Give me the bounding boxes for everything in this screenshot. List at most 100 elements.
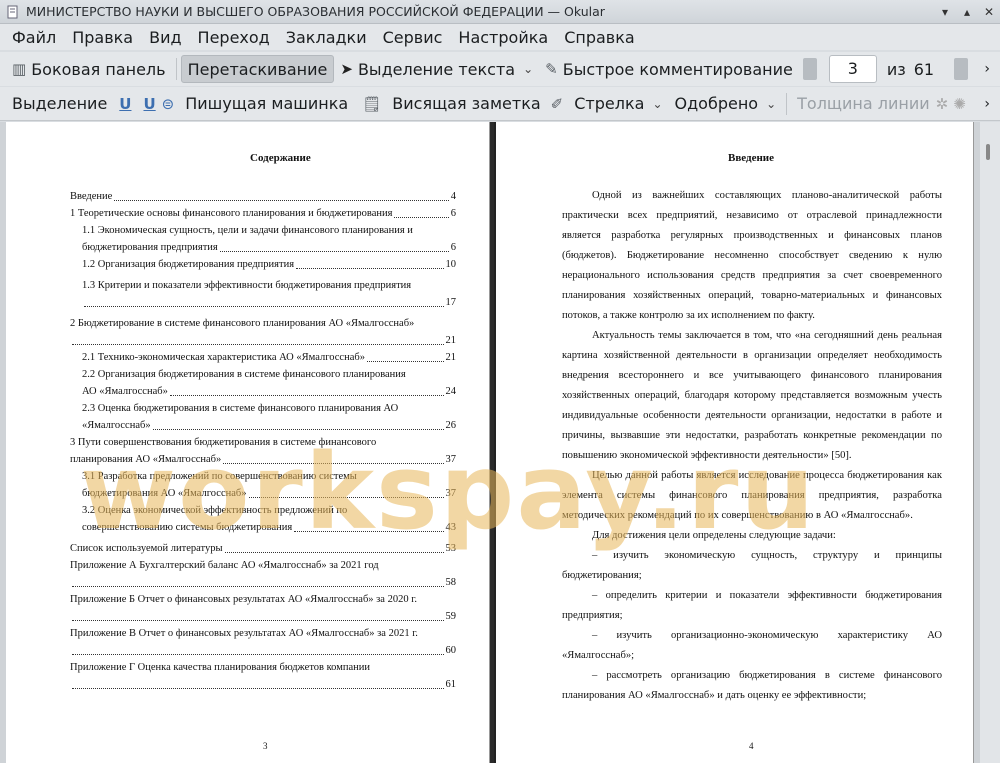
toc-entry-text: 1 Теоретические основы финансового плани… xyxy=(70,208,393,219)
stamp-label: Одобрено xyxy=(674,94,759,113)
quick-comment-button[interactable]: ✎ Быстрое комментирование xyxy=(539,55,799,83)
document-viewport[interactable]: Содержание Введение 4 1 Теоретические осно… xyxy=(0,122,1000,763)
color-icon[interactable]: ✲ xyxy=(936,95,949,113)
toolbar-separator xyxy=(175,58,177,80)
toc-dot-leader xyxy=(72,586,444,587)
toc-entry-text: 2.3 Оценка бюджетирования в системе фина… xyxy=(82,403,399,414)
pencil-icon: ✎ xyxy=(545,60,558,78)
arrow-button[interactable]: Стрелка ⌄ xyxy=(568,90,668,118)
toc-entry: 2 Бюджетирование в системе финансового п… xyxy=(70,315,456,349)
menu-go[interactable]: Переход xyxy=(190,28,278,47)
close-icon[interactable]: ✕ xyxy=(978,5,1000,19)
underline-icon[interactable]: U xyxy=(119,95,131,113)
menu-settings[interactable]: Настройка xyxy=(450,28,556,47)
typewriter-button[interactable]: Пишущая машинка xyxy=(179,90,354,118)
toc-dot-leader xyxy=(223,463,444,464)
menu-help[interactable]: Справка xyxy=(556,28,643,47)
intro-paragraph: Целью данной работы является исследовани… xyxy=(562,470,942,521)
toc-entry-text: АО «Ямалгосснаб» xyxy=(82,386,168,397)
toc-page-number: 37 xyxy=(445,454,457,465)
toc-dot-leader xyxy=(394,217,449,218)
toc-page-number: 43 xyxy=(445,522,457,533)
toc-entry: Приложение Б Отчет о финансовых результа… xyxy=(70,591,456,625)
toc-page-number: 61 xyxy=(445,679,457,690)
toc-page-number: 58 xyxy=(445,577,457,588)
stamp-button[interactable]: Одобрено ⌄ xyxy=(669,90,783,118)
selection-label: Выделение xyxy=(12,94,108,113)
toc-page-number: 37 xyxy=(445,488,457,499)
window-titlebar: МИНИСТЕРСТВО НАУКИ И ВЫСШЕГО ОБРАЗОВАНИЯ… xyxy=(0,0,1000,24)
popup-note-button[interactable]: Висящая заметка xyxy=(386,90,546,118)
toolbar-overflow-icon[interactable]: › xyxy=(978,55,1000,83)
annotation-toolbar: Выделение U U ⊜ Пишущая машинка 🗒 Висяща… xyxy=(0,87,1000,121)
page-number-3: 3 xyxy=(263,741,268,751)
drag-mode-button[interactable]: Перетаскивание xyxy=(180,55,335,83)
window-title: МИНИСТЕРСТВО НАУКИ И ВЫСШЕГО ОБРАЗОВАНИЯ… xyxy=(26,4,605,19)
toc-entry-text: «Ямалгосснаб» xyxy=(82,420,151,431)
menu-bookmarks[interactable]: Закладки xyxy=(278,28,375,47)
toc-page-number: 26 xyxy=(445,420,457,431)
previous-page-icon[interactable] xyxy=(802,58,817,80)
strikeout-icon[interactable]: ⊜ xyxy=(162,95,175,113)
toc-dot-leader xyxy=(248,497,444,498)
intro-paragraph: – определить критерии и показатели эффек… xyxy=(562,590,942,621)
toc-entry: 1.1 Экономическая сущность, цели и задач… xyxy=(70,222,456,256)
toc-page-number: 4 xyxy=(450,191,456,202)
menu-edit[interactable]: Правка xyxy=(64,28,141,47)
toc-dot-leader xyxy=(114,200,449,201)
squiggle-underline-icon[interactable]: U xyxy=(143,95,155,113)
menu-file[interactable]: Файл xyxy=(4,28,64,47)
maximize-icon[interactable]: ▴ xyxy=(956,5,978,19)
next-page-icon[interactable] xyxy=(954,58,969,80)
toc-page-number: 24 xyxy=(445,386,457,397)
popup-note-label: Висящая заметка xyxy=(392,94,541,113)
menu-view[interactable]: Вид xyxy=(141,28,189,47)
toc-dot-leader xyxy=(219,251,449,252)
toc-entry: 1 Теоретические основы финансового плани… xyxy=(70,205,456,222)
toc-page-number: 59 xyxy=(445,611,457,622)
line-width-label: Толщина линии xyxy=(797,94,930,113)
arrow-label: Стрелка xyxy=(574,94,645,113)
chevron-down-icon[interactable]: ⌄ xyxy=(652,97,662,111)
toc-page-number: 21 xyxy=(445,335,457,346)
toolbar-separator xyxy=(786,92,788,115)
selection-button[interactable]: Выделение xyxy=(6,90,113,118)
toc-entry-text: 3 Пути совершенствования бюджетирования … xyxy=(70,437,377,448)
sidebar-button[interactable]: ▥ Боковая панель xyxy=(6,55,172,83)
toc-entry: Приложение А Бухгалтерский баланс АО «Ям… xyxy=(70,557,456,591)
quick-comment-label: Быстрое комментирование xyxy=(562,59,793,79)
intro-title: Введение xyxy=(728,152,775,164)
opacity-icon[interactable]: ✺ xyxy=(953,95,966,113)
sidebar-icon: ▥ xyxy=(12,60,27,78)
note-icon: 🗒 xyxy=(362,94,382,113)
toc-entry-text: 2.2 Организация бюджетирования в системе… xyxy=(82,369,406,380)
vertical-scrollbar[interactable] xyxy=(980,122,1000,763)
intro-paragraph: – рассмотреть организацию бюджетирования… xyxy=(562,670,942,701)
drag-mode-label: Перетаскивание xyxy=(187,59,328,79)
toc-entry-text: Приложение В Отчет о финансовых результа… xyxy=(70,628,418,639)
intro-paragraph: – изучить экономическую сущность, структ… xyxy=(562,550,942,581)
toc-entry-text: 2.1 Технико-экономическая характеристика… xyxy=(82,352,365,363)
chevron-down-icon[interactable]: ⌄ xyxy=(766,97,776,111)
toc-dot-leader xyxy=(72,688,444,689)
toc-dot-leader xyxy=(366,361,444,362)
toc-page-number: 60 xyxy=(445,645,457,656)
text-selection-button[interactable]: ➤ Выделение текста ⌄ xyxy=(334,55,539,83)
menu-tools[interactable]: Сервис xyxy=(375,28,451,47)
intro-paragraph: Актуальность темы заключается в том, что… xyxy=(562,330,942,461)
toc-page-number: 6 xyxy=(450,208,456,219)
scrollbar-handle[interactable] xyxy=(986,144,990,160)
chevron-down-icon[interactable]: ⌄ xyxy=(523,62,533,76)
page-number-input[interactable]: 3 xyxy=(828,55,877,83)
toc-entry-text: планирования АО «Ямалгосснаб» xyxy=(70,454,222,465)
text-selection-label: Выделение текста xyxy=(357,59,516,79)
toolbar-overflow-icon[interactable]: › xyxy=(978,90,1000,118)
line-width-button[interactable]: Толщина линии xyxy=(791,90,936,118)
toc-page-number: 53 xyxy=(445,543,457,554)
toc-entry-text: Приложение А Бухгалтерский баланс АО «Ям… xyxy=(70,560,379,571)
intro-paragraph: Одной из важнейших составляющих планово-… xyxy=(562,190,942,321)
menubar: Файл Правка Вид Переход Закладки Сервис … xyxy=(0,24,1000,50)
main-toolbar: ▥ Боковая панель Перетаскивание ➤ Выделе… xyxy=(0,52,1000,86)
toc-dot-leader xyxy=(72,654,444,655)
minimize-icon[interactable]: ▾ xyxy=(934,5,956,19)
